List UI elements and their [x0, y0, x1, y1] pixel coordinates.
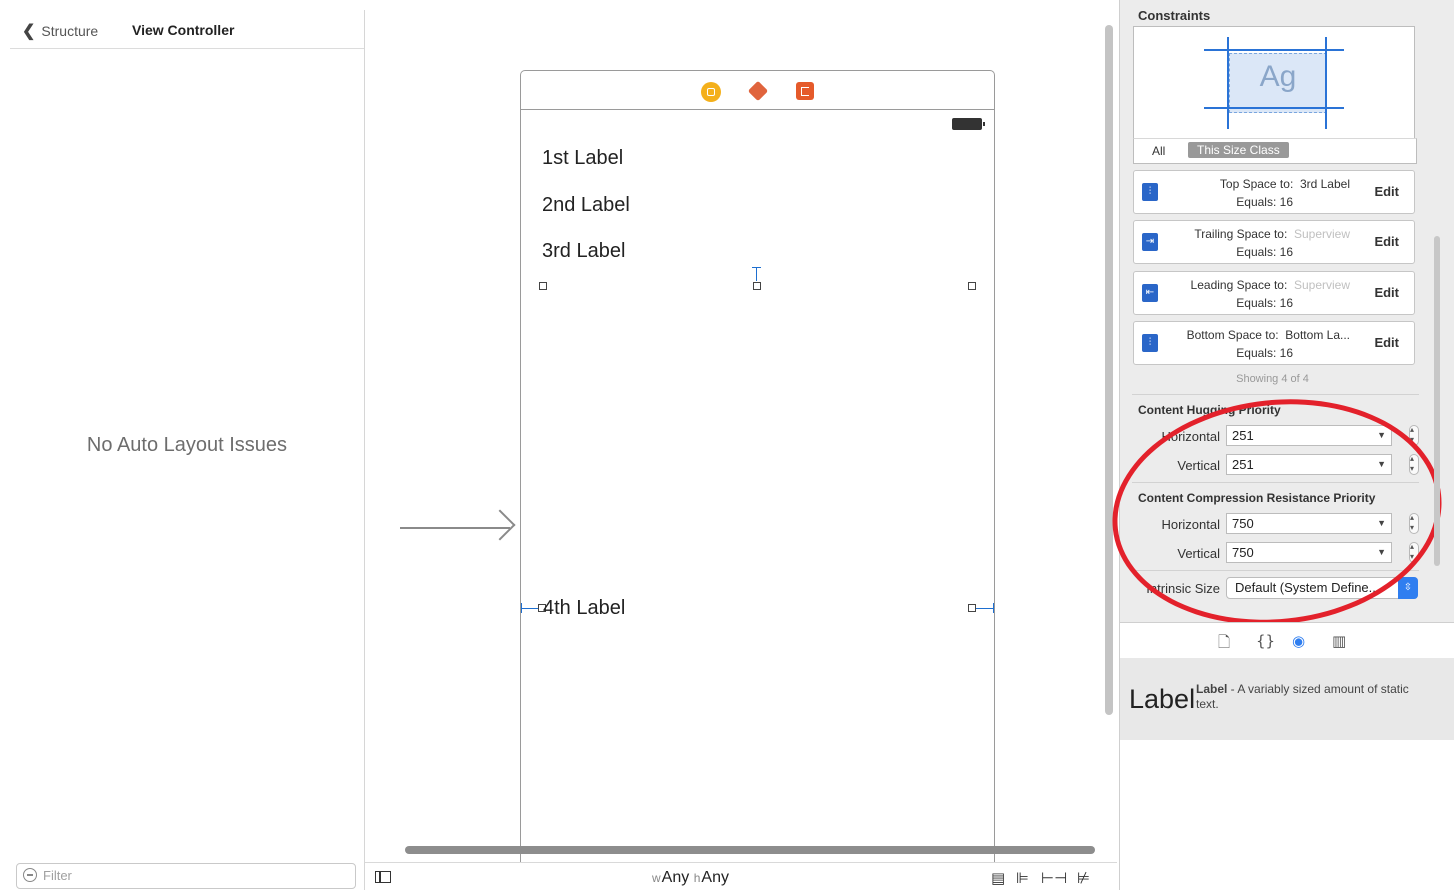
preview-guide [1325, 37, 1327, 129]
popup-chevrons-icon[interactable]: ⇳ [1398, 577, 1418, 599]
size-class-selector[interactable]: wAny hAny [652, 869, 729, 887]
constraint-card[interactable]: ⇤ Leading Space to: Superview Equals: 16… [1133, 271, 1415, 315]
divider [1132, 394, 1419, 395]
edit-button[interactable]: Edit [1374, 184, 1399, 199]
library-item-preview: Label [1129, 684, 1196, 714]
constraint-card[interactable]: ⫶ Bottom Space to: Bottom La... Equals: … [1133, 321, 1415, 365]
filter-icon [23, 868, 37, 882]
constraint-title: Trailing Space to: Superview [1194, 227, 1350, 241]
inspector-scrollbar[interactable] [1434, 236, 1440, 566]
constraint-title: Leading Space to: Superview [1190, 278, 1350, 292]
label-1st[interactable]: 1st Label [542, 147, 623, 170]
library-tabbar: 🗋 {} ◉ ▥ [1120, 622, 1454, 660]
label-4th[interactable]: 4th Label [543, 597, 625, 620]
library-item-description: Label - A variably sized amount of stati… [1196, 682, 1409, 711]
selection-handle[interactable] [968, 282, 976, 290]
constraint-cap [521, 603, 522, 613]
constraint-title: Top Space to: 3rd Label [1219, 177, 1350, 191]
leading-space-icon: ⇤ [1142, 284, 1158, 302]
selection-handle[interactable] [539, 282, 547, 290]
exit-icon[interactable] [796, 82, 814, 100]
vertical-scrollbar[interactable] [1105, 25, 1113, 715]
storyboard-canvas[interactable]: 1st Label 2nd Label 3rd Label 4th Label [365, 10, 1117, 891]
chevron-left-icon: ❮ [22, 23, 36, 40]
scope-all-tab[interactable]: All [1152, 144, 1165, 158]
constraint-title: Bottom Space to: Bottom La... [1186, 328, 1350, 342]
object-library-tab-icon[interactable]: ◉ [1292, 632, 1305, 650]
constraints-title: Constraints [1138, 8, 1211, 23]
entry-point-arrowhead [484, 509, 516, 541]
label-3rd[interactable]: 3rd Label [542, 240, 625, 263]
document-outline-toggle-icon[interactable] [375, 871, 391, 883]
file-template-tab-icon[interactable]: 🗋 [1218, 632, 1230, 657]
scope-segmented-control: All This Size Class [1133, 138, 1417, 164]
issue-navigator: ❮ Structure View Controller No Auto Layou… [10, 10, 365, 890]
edit-button[interactable]: Edit [1374, 234, 1399, 249]
library-item[interactable]: Label Label - A variably sized amount of… [1120, 658, 1454, 741]
preview-guide [1204, 49, 1344, 51]
first-responder-icon[interactable] [747, 80, 769, 102]
top-space-icon: ⫶ [1142, 183, 1158, 201]
constraint-card[interactable]: ⇥ Trailing Space to: Superview Equals: 1… [1133, 220, 1415, 264]
filter-field[interactable]: Filter [16, 863, 356, 889]
battery-icon [952, 118, 985, 130]
library-list [1120, 740, 1454, 890]
preview-guide [1204, 107, 1344, 109]
constraint-card[interactable]: ⫶ Top Space to: 3rd Label Equals: 16 Edi… [1133, 170, 1415, 214]
bottom-space-icon: ⫶ [1142, 334, 1158, 352]
breadcrumb-current[interactable]: View Controller [132, 22, 234, 38]
constraint-value: Equals: 16 [1236, 245, 1293, 259]
top-constraint-line [756, 267, 757, 281]
preview-guide [1227, 37, 1229, 129]
constraint-cap [752, 267, 761, 268]
showing-count: Showing 4 of 4 [1236, 373, 1309, 385]
view-controller-scene[interactable]: 1st Label 2nd Label 3rd Label 4th Label [520, 70, 995, 891]
stack-icon[interactable]: ▤ [991, 869, 1005, 887]
jump-bar: ❮ Structure View Controller [10, 10, 364, 49]
constraint-value: Equals: 16 [1236, 296, 1293, 310]
scope-size-class-tab[interactable]: This Size Class [1188, 142, 1289, 158]
edit-button[interactable]: Edit [1374, 335, 1399, 350]
preview-frame: Ag [1229, 53, 1327, 113]
preview-text: Ag [1259, 60, 1297, 93]
edit-button[interactable]: Edit [1374, 285, 1399, 300]
leading-constraint-line [521, 608, 538, 609]
view-controller-icon[interactable] [701, 82, 721, 102]
code-snippet-tab-icon[interactable]: {} [1256, 632, 1275, 650]
back-breadcrumb[interactable]: ❮ Structure [22, 21, 98, 41]
media-library-tab-icon[interactable]: ▥ [1332, 632, 1346, 650]
no-issues-message: No Auto Layout Issues [86, 434, 288, 456]
label-2nd[interactable]: 2nd Label [542, 194, 630, 217]
constraint-value: Equals: 16 [1236, 346, 1293, 360]
resolve-issues-icon[interactable]: ⊭ [1077, 869, 1090, 887]
selection-handle[interactable] [753, 282, 761, 290]
pin-icon[interactable]: ⊢⊣ [1041, 869, 1067, 887]
scene-dock [521, 71, 994, 110]
annotation-circle [1101, 383, 1453, 641]
trailing-space-icon: ⇥ [1142, 233, 1158, 251]
trailing-constraint-line [976, 608, 994, 609]
align-icon[interactable]: ⊫ [1016, 869, 1029, 887]
constraint-cap [993, 603, 994, 613]
selection-handle[interactable] [968, 604, 976, 612]
canvas-bottom-bar: wAny hAny ▤ ⊫ ⊢⊣ ⊭ [365, 862, 1117, 891]
filter-placeholder: Filter [43, 868, 72, 883]
horizontal-scrollbar[interactable] [405, 846, 1095, 854]
constraint-value: Equals: 16 [1236, 195, 1293, 209]
size-inspector: Constraints Ag All This Size Class ⫶ Top… [1101, 0, 1454, 890]
